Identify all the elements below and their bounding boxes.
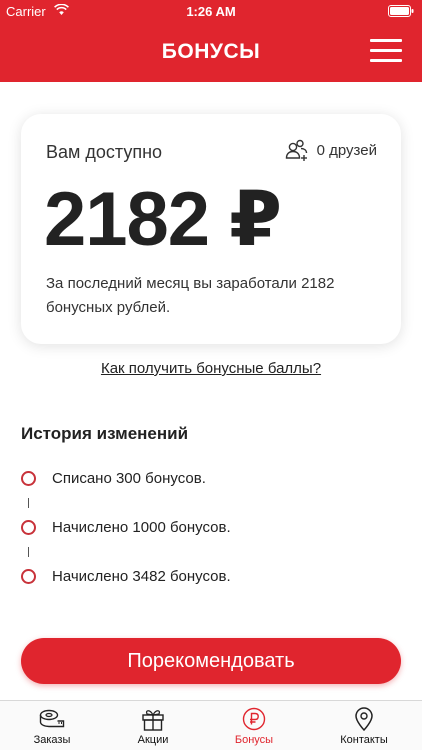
tab-label: Заказы — [33, 734, 71, 746]
earnings-description: За последний месяц вы заработали 2182 бо… — [46, 275, 335, 316]
tab-label: Акции — [137, 734, 169, 746]
tab-orders[interactable]: Заказы — [10, 705, 94, 749]
recommend-button[interactable]: Порекомендовать — [21, 638, 401, 684]
available-label: Вам доступно — [46, 142, 163, 162]
map-pin-icon — [355, 707, 373, 731]
tab-bonuses[interactable]: Бонусы — [212, 705, 296, 749]
hamburger-icon-bar — [370, 49, 402, 52]
bonus-balance: 2182 ₽ — [44, 177, 282, 262]
tab-contacts[interactable]: Контакты — [322, 705, 406, 749]
tab-label: Бонусы — [234, 734, 274, 746]
ruble-icon — [242, 707, 266, 731]
friends-counter[interactable]: 0 друзей — [285, 138, 377, 162]
bonus-balance-card: Вам доступно 0 друзей 2182 ₽ За последни… — [21, 114, 401, 344]
status-bar: Carrier 1:26 AM — [0, 0, 422, 24]
friends-count: 0 друзей — [316, 141, 377, 159]
battery-icon — [388, 5, 414, 17]
history-item: Начислено 3482 бонусов. — [21, 566, 231, 586]
history-title: История изменений — [21, 424, 189, 443]
measuring-tape-icon — [39, 709, 65, 728]
status-time: 1:26 AM — [186, 4, 236, 19]
history-item-text: Начислено 3482 бонусов. — [52, 567, 231, 585]
how-to-earn-link[interactable]: Как получить бонусные баллы? — [0, 360, 422, 377]
tab-label: Контакты — [340, 734, 388, 746]
hamburger-icon-bar — [370, 39, 402, 42]
page-title: БОНУСЫ — [161, 40, 261, 63]
history-item: Списано 300 бонусов. — [21, 468, 206, 488]
hamburger-icon-bar — [370, 59, 402, 62]
header: Carrier 1:26 AM БОНУСЫ — [0, 0, 422, 82]
history-item-text: Начислено 1000 бонусов. — [52, 518, 231, 536]
history-connector — [28, 498, 29, 508]
history-item: Начислено 1000 бонусов. — [21, 517, 231, 537]
gift-icon — [142, 710, 164, 731]
tab-bar: Заказы Акции Бонусы Контакты — [0, 700, 422, 750]
history-dot-icon — [21, 470, 36, 486]
tab-promotions[interactable]: Акции — [111, 705, 195, 749]
history-connector — [28, 547, 29, 557]
history-dot-icon — [21, 568, 36, 584]
menu-button[interactable] — [370, 39, 402, 65]
add-friend-icon — [285, 139, 307, 161]
history-item-text: Списано 300 бонусов. — [52, 469, 206, 487]
history-dot-icon — [21, 519, 36, 535]
